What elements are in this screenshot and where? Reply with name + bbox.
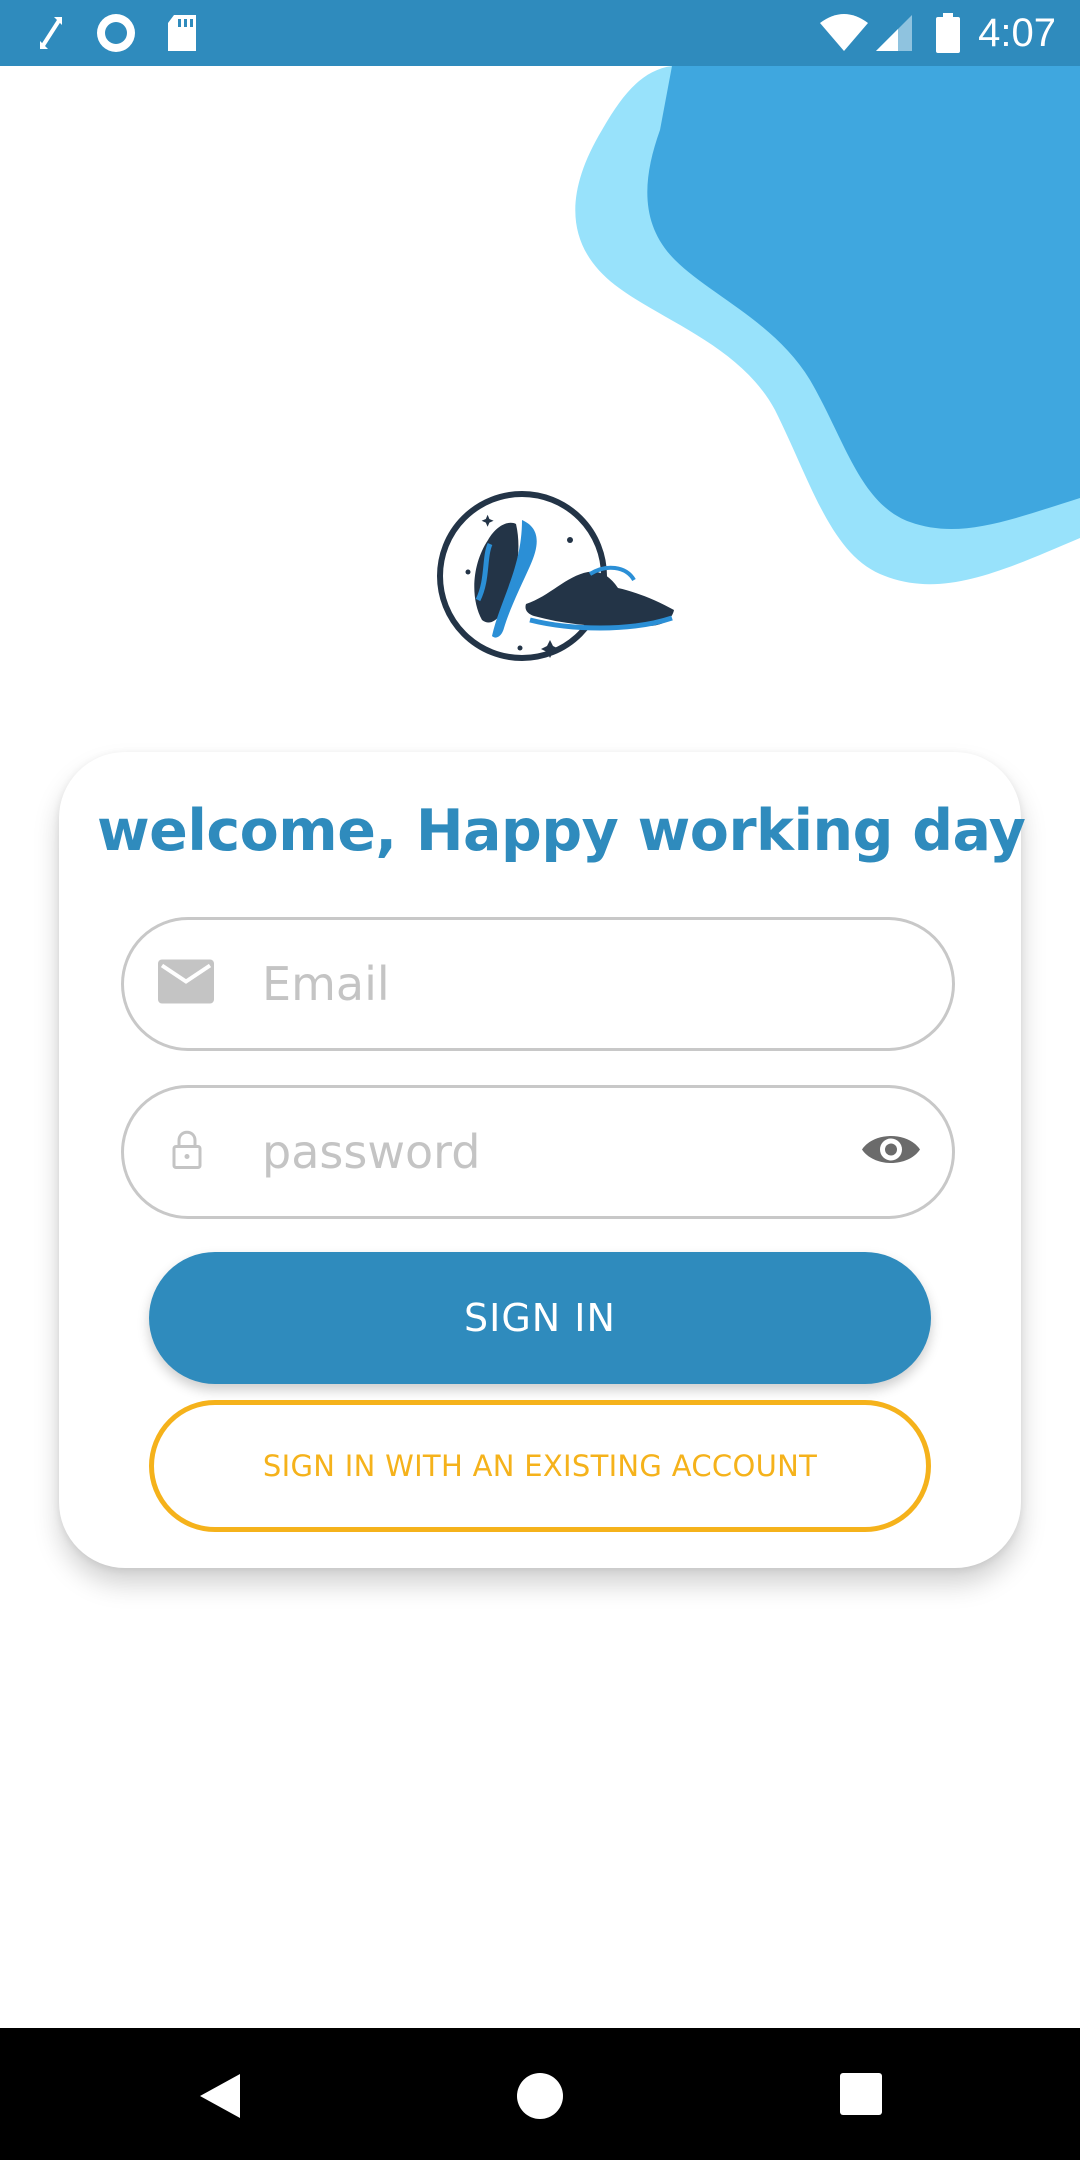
battery-icon	[934, 11, 962, 60]
fullscreen-arrows-icon	[36, 11, 66, 60]
sneaker-logo	[437, 491, 674, 661]
sign-in-existing-account-button[interactable]: SIGN IN WITH AN EXISTING ACCOUNT	[149, 1400, 931, 1532]
mail-icon	[158, 959, 214, 1009]
password-input[interactable]	[262, 1088, 822, 1216]
home-icon[interactable]	[516, 2072, 564, 2120]
status-time: 4:07	[978, 11, 1056, 55]
status-bar: 4:07	[0, 0, 1080, 66]
login-card: welcome, Happy working day SI	[59, 752, 1026, 1568]
sd-card-icon	[164, 11, 200, 60]
navigation-bar	[0, 2028, 1080, 2160]
lock-icon	[172, 1130, 202, 1175]
recents-icon[interactable]	[839, 2072, 887, 2120]
show-password-icon[interactable]	[860, 1128, 922, 1177]
cell-signal-icon	[872, 11, 916, 60]
wifi-icon	[818, 11, 870, 60]
password-field-container[interactable]	[121, 1085, 955, 1219]
email-input[interactable]	[262, 920, 822, 1048]
email-field-container[interactable]	[121, 917, 955, 1051]
back-icon[interactable]	[196, 2072, 244, 2120]
sign-in-button[interactable]: SIGN IN	[149, 1252, 931, 1384]
sync-circle-icon	[94, 11, 138, 60]
welcome-heading: welcome, Happy working day	[97, 798, 1026, 864]
